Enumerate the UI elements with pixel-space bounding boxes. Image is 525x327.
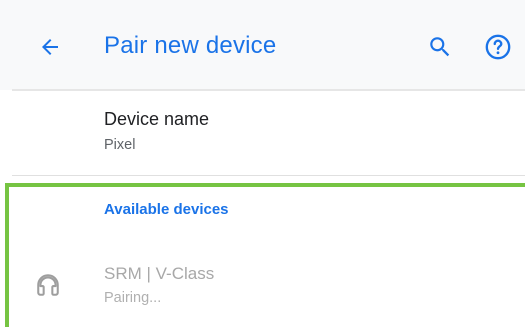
search-button[interactable] bbox=[420, 27, 460, 67]
search-icon bbox=[430, 37, 450, 57]
help-icon bbox=[485, 34, 511, 60]
arrow-back-icon bbox=[42, 39, 58, 55]
device-name-preference[interactable]: Device name Pixel bbox=[12, 91, 525, 175]
page-title: Pair new device bbox=[104, 32, 277, 59]
pair-new-device-screen: Pair new device Device name Pixel Availa… bbox=[0, 0, 525, 327]
device-name-value: Pixel bbox=[104, 137, 136, 153]
back-button[interactable] bbox=[28, 27, 72, 67]
help-button[interactable] bbox=[478, 27, 518, 67]
available-devices-highlight bbox=[5, 183, 525, 327]
section-divider bbox=[12, 175, 525, 176]
app-bar: Pair new device bbox=[0, 0, 525, 90]
device-name-title: Device name bbox=[104, 109, 210, 129]
